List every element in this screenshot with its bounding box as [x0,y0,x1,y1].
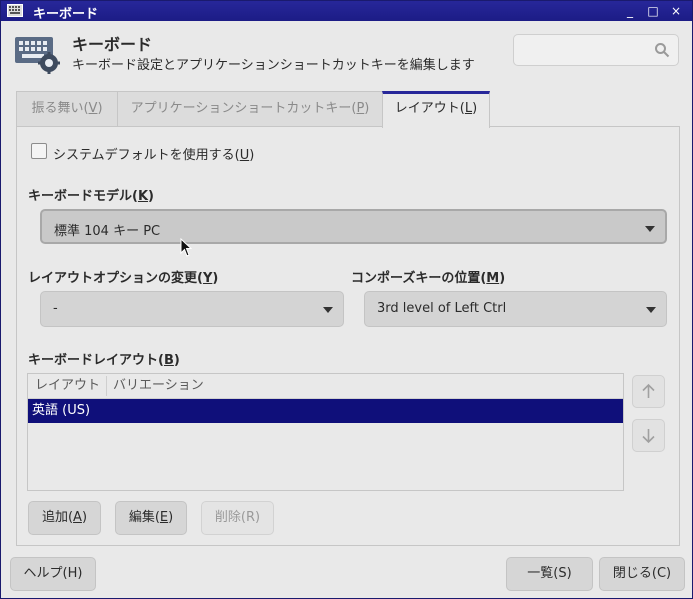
keyboard-layout-mnemonic: B [163,353,174,368]
close-window-button[interactable]: × [667,3,685,19]
arrow-down-icon [642,429,655,444]
keyboard-layout-list[interactable]: レイアウト バリエーション 英語 (US) [27,373,624,491]
tab-app-shortcuts[interactable]: アプリケーションショートカットキー(P) [117,91,383,127]
keyboard-model-tail: ) [148,189,154,204]
edit-label: 編集( [128,510,160,525]
chevron-down-icon [646,307,656,313]
layout-option-mnemonic: Y [202,271,213,286]
system-default-checkbox[interactable] [31,143,47,159]
close-button[interactable]: 閉じる(C) [599,557,685,591]
system-default-mnemonic: U [239,148,250,163]
system-default-text: システムデフォルトを使用する( [53,148,240,163]
compose-key-label: コンポーズキーの位置(M) [351,267,505,286]
window-title: キーボード [33,7,99,22]
help-button[interactable]: ヘルプ(H) [10,557,96,591]
maximize-button[interactable]: □ [644,3,662,19]
layout-option-select[interactable]: - [40,291,344,327]
tab-app-shortcuts-label: アプリケーションショートカットキー( [130,101,357,116]
header-subtitle: キーボード設定とアプリケーションショートカットキーを編集します [72,58,475,73]
tab-layout-tail: ) [472,101,478,116]
edit-tail: ) [168,510,174,525]
keyboard-settings-window: キーボード _ □ × キーボード キーボード設定とアプリケーションショートカッ… [0,0,693,599]
compose-key-text: コンポーズキーの位置( [351,271,487,286]
row-layout-cell: 英語 (US) [32,403,91,418]
keyboard-model-value: 標準 104 キー PC [54,224,161,239]
keyboard-icon [7,4,23,17]
add-tail: ) [81,510,88,525]
add-layout-button[interactable]: 追加(A) [28,501,101,535]
add-mnemonic: A [73,510,82,525]
keyboard-layout-text: キーボードレイアウト( [28,353,164,368]
table-row[interactable]: 英語 (US) [28,399,623,423]
tab-behavior-tail: ) [97,101,103,116]
search-input[interactable] [513,34,679,66]
arrow-up-icon [642,383,655,398]
chevron-down-icon [645,226,655,232]
keyboard-model-mnemonic: K [137,189,149,204]
layout-option-value: - [53,301,58,316]
title-bar[interactable]: キーボード _ □ × [1,1,692,22]
compose-key-tail: ) [499,271,506,286]
column-separator [106,376,107,396]
keyboard-layout-label: キーボードレイアウト(B) [28,349,180,368]
edit-layout-button[interactable]: 編集(E) [115,501,187,535]
compose-key-value: 3rd level of Left Ctrl [377,301,507,316]
column-header-variation[interactable]: バリエーション [113,374,204,398]
tab-app-shortcuts-tail: ) [364,101,370,116]
layout-option-text: レイアウトオプションの変更( [28,271,203,286]
layout-option-label: レイアウトオプションの変更(Y) [28,267,218,286]
help-label: ヘルプ(H) [23,566,83,581]
keyboard-model-select[interactable]: 標準 104 キー PC [40,209,667,244]
system-default-label[interactable]: システムデフォルトを使用する(U) [53,144,254,163]
move-up-button[interactable] [632,375,665,408]
search-icon [655,43,670,58]
minimize-button[interactable]: _ [621,3,639,19]
close-label: 閉じる(C) [612,566,672,581]
layout-option-tail: ) [212,271,219,286]
chevron-down-icon [323,307,333,313]
tab-layout[interactable]: レイアウト(L) [382,91,490,128]
remove-label: 削除(R) [214,510,261,525]
tab-behavior-label: 振る舞い( [31,101,89,116]
tab-layout-label: レイアウト( [394,101,465,116]
remove-layout-button[interactable]: 削除(R) [201,501,274,535]
keyboard-settings-icon [15,37,60,74]
mouse-pointer-icon [180,238,192,257]
add-label: 追加( [41,510,74,525]
compose-key-select[interactable]: 3rd level of Left Ctrl [364,291,667,327]
edit-mnemonic: E [159,510,169,525]
move-down-button[interactable] [632,419,665,452]
keyboard-layout-tail: ) [173,353,180,368]
header-title: キーボード [72,35,153,54]
list-label: 一覧(S) [527,566,572,581]
keyboard-model-label: キーボードモデル(K) [28,185,154,204]
compose-key-mnemonic: M [486,271,500,286]
system-default-tail: ) [249,148,255,163]
column-header-layout[interactable]: レイアウト [35,374,100,398]
keyboard-model-text: キーボードモデル( [28,189,138,204]
tab-behavior[interactable]: 振る舞い(V) [16,91,118,127]
list-button[interactable]: 一覧(S) [506,557,593,591]
